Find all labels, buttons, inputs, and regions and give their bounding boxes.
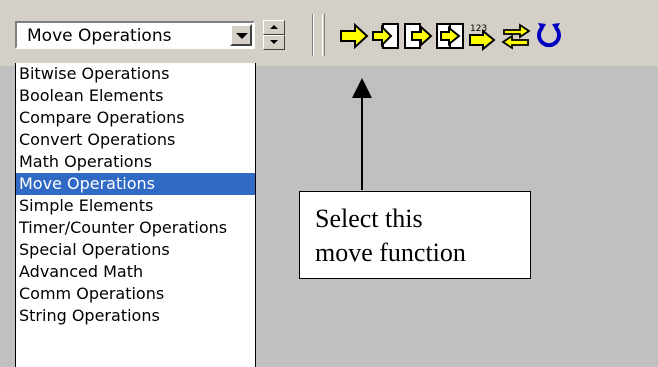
toolbar: Move Operations 123 xyxy=(0,0,658,66)
list-item[interactable]: Special Operations xyxy=(16,239,255,261)
list-item[interactable]: Comm Operations xyxy=(16,283,255,305)
function-group-list: Bitwise Operations Boolean Elements Comp… xyxy=(15,63,256,367)
spin-down-button[interactable] xyxy=(263,35,285,50)
list-item[interactable]: Compare Operations xyxy=(16,107,255,129)
list-item[interactable]: Timer/Counter Operations xyxy=(16,217,255,239)
callout-line-1: Select this xyxy=(315,204,423,233)
toolbar-grip xyxy=(322,14,325,56)
move-numeric-icon: 123 xyxy=(469,24,496,52)
move-into-button[interactable] xyxy=(370,20,402,52)
spin-control xyxy=(263,20,285,50)
list-item[interactable]: Simple Elements xyxy=(16,195,255,217)
move-out-icon xyxy=(404,23,433,49)
swap-icon xyxy=(501,23,531,50)
list-item-selected[interactable]: Move Operations xyxy=(16,173,255,195)
rotate-button[interactable] xyxy=(533,20,565,52)
swap-button[interactable] xyxy=(500,20,532,52)
move-button[interactable] xyxy=(338,20,370,52)
annotation-callout: Select this move function xyxy=(299,191,531,279)
move-into-icon xyxy=(372,23,399,49)
move-icon xyxy=(340,22,369,50)
list-item[interactable]: Advanced Math xyxy=(16,261,255,283)
list-item[interactable]: Convert Operations xyxy=(16,129,255,151)
list-item[interactable]: Boolean Elements xyxy=(16,85,255,107)
arrow-down-icon xyxy=(270,40,278,44)
rotate-icon xyxy=(537,23,561,48)
combobox-dropdown-button[interactable] xyxy=(230,24,252,46)
toolbar-separator xyxy=(312,14,314,56)
arrow-up-icon xyxy=(270,25,278,29)
chevron-down-icon xyxy=(236,33,248,39)
move-numeric-button[interactable]: 123 xyxy=(467,20,499,52)
block-move-button[interactable] xyxy=(434,20,466,52)
annotation-arrow-line xyxy=(361,95,363,190)
move-block-icon xyxy=(436,23,464,49)
list-item[interactable]: String Operations xyxy=(16,305,255,327)
combobox-value: Move Operations xyxy=(27,26,172,46)
function-group-combobox[interactable]: Move Operations xyxy=(15,21,255,49)
callout-line-2: move function xyxy=(315,238,466,267)
list-item[interactable]: Bitwise Operations xyxy=(16,63,255,85)
spin-up-button[interactable] xyxy=(263,20,285,35)
list-item[interactable]: Math Operations xyxy=(16,151,255,173)
move-out-button[interactable] xyxy=(402,20,434,52)
